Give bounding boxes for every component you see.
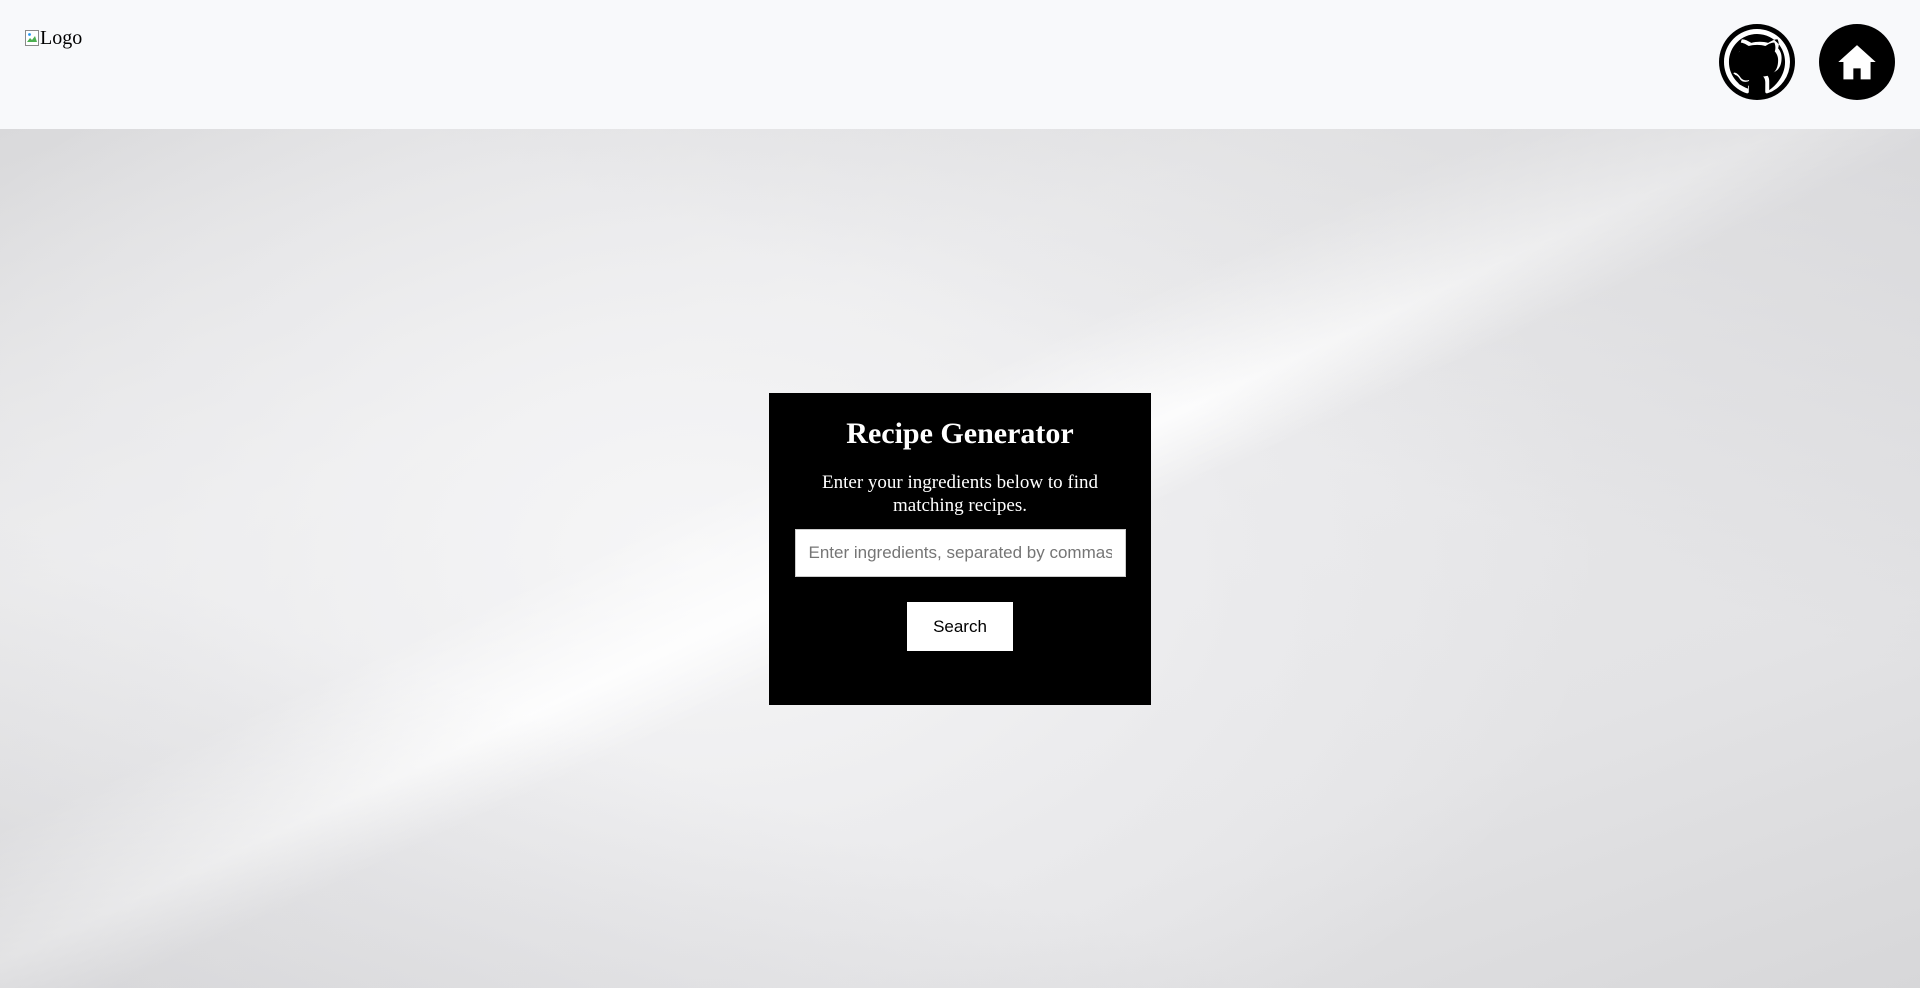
navbar: Logo	[0, 0, 1920, 129]
broken-image-icon	[25, 30, 40, 47]
home-link[interactable]	[1819, 24, 1895, 100]
ingredients-search-input[interactable]	[794, 529, 1126, 577]
card-description: Enter your ingredients below to find mat…	[822, 472, 1098, 516]
github-link[interactable]	[1719, 24, 1795, 100]
github-icon	[1724, 29, 1790, 94]
logo[interactable]: Logo	[25, 27, 82, 50]
card-title: Recipe Generator	[846, 417, 1074, 450]
home-icon	[1838, 45, 1876, 80]
recipe-search-card: Recipe Generator Enter your ingredients …	[769, 393, 1151, 705]
search-button[interactable]: Search	[907, 602, 1013, 651]
logo-alt-text: Logo	[40, 27, 83, 49]
